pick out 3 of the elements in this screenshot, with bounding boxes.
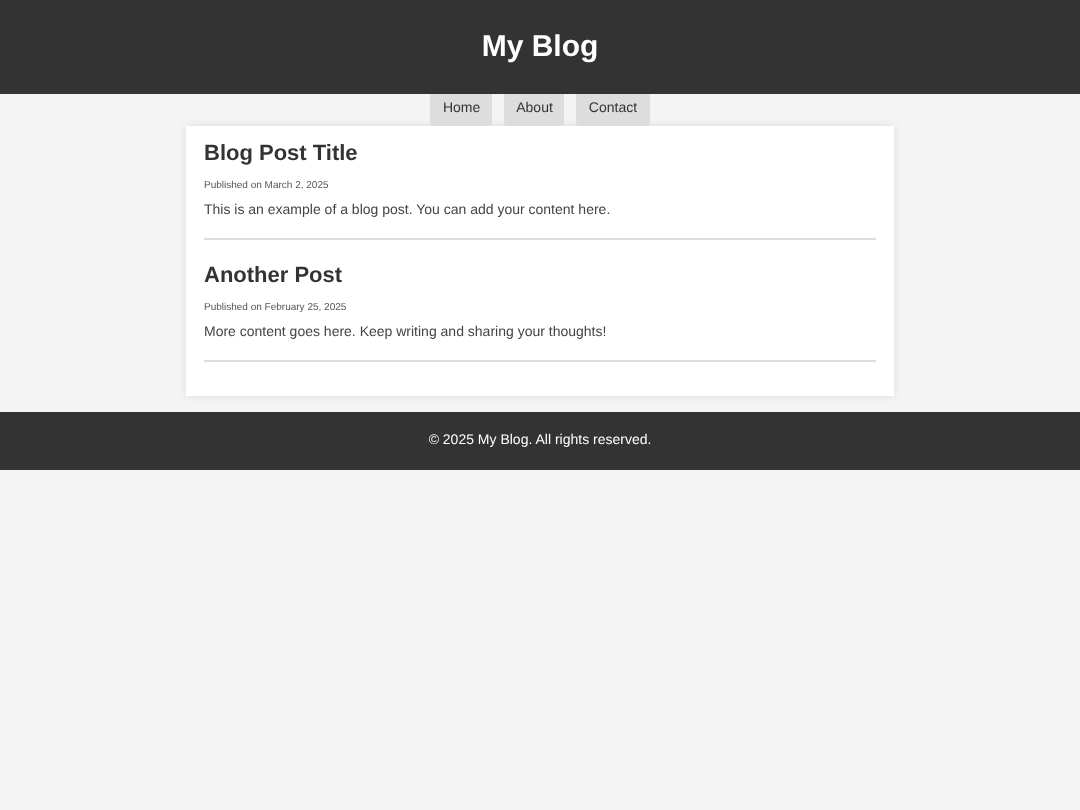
post-title: Blog Post Title bbox=[204, 142, 360, 166]
post-title: Another Post bbox=[204, 264, 345, 288]
site-title: My Blog bbox=[481, 30, 599, 64]
